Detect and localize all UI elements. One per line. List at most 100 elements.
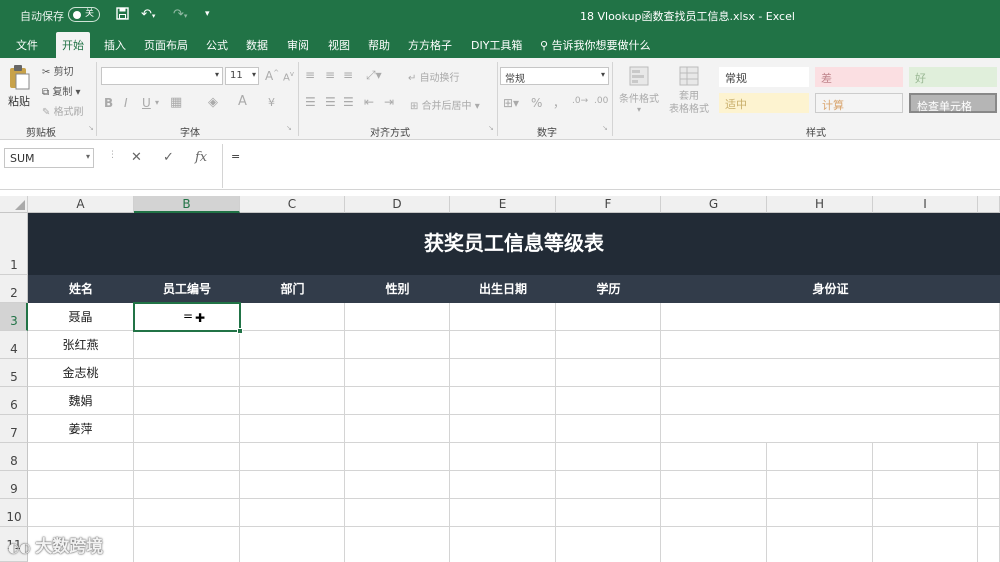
insert-function-icon[interactable]: fx — [195, 150, 207, 165]
font-launcher-icon[interactable]: ↘ — [286, 124, 292, 132]
merge-center-button[interactable]: ⊞ 合并后居中 ▾ — [410, 97, 480, 112]
cell[interactable] — [240, 471, 345, 499]
tab-review[interactable]: 审阅 — [287, 37, 309, 53]
column-header-a[interactable]: A — [28, 196, 134, 213]
column-header-g[interactable]: G — [661, 196, 767, 213]
cell[interactable] — [134, 471, 240, 499]
header-cell-birth-date[interactable]: 出生日期 — [450, 275, 556, 303]
row-header-7[interactable]: 7 — [0, 415, 28, 443]
save-icon[interactable] — [116, 7, 129, 24]
decrease-indent-icon[interactable]: ⇤ — [364, 95, 374, 109]
cell[interactable] — [134, 331, 240, 359]
wrap-text-button[interactable]: ↵ 自动换行 — [408, 69, 460, 84]
decrease-decimal-icon[interactable]: .00 — [594, 96, 608, 106]
clipboard-launcher-icon[interactable]: ↘ — [88, 124, 94, 132]
shrink-font-button[interactable]: Av — [283, 70, 294, 83]
cell[interactable] — [556, 359, 661, 387]
undo-icon[interactable]: ↶▾ — [141, 7, 155, 22]
tab-file[interactable]: 文件 — [16, 37, 38, 53]
cell[interactable] — [556, 387, 661, 415]
row-header-1[interactable]: 1 — [0, 213, 28, 275]
cell[interactable] — [134, 499, 240, 527]
cell[interactable] — [345, 359, 450, 387]
align-middle-icon[interactable]: ≡ — [325, 68, 335, 82]
cell-name[interactable]: 聂晶 — [28, 303, 134, 331]
grow-font-button[interactable]: A^ — [265, 69, 279, 83]
cell[interactable] — [240, 303, 345, 331]
cell[interactable] — [28, 499, 134, 527]
cell[interactable] — [134, 527, 240, 562]
number-launcher-icon[interactable]: ↘ — [602, 124, 608, 132]
row-header-6[interactable]: 6 — [0, 387, 28, 415]
column-header-j[interactable] — [978, 196, 1000, 213]
cell[interactable] — [661, 527, 767, 562]
row-header-8[interactable]: 8 — [0, 443, 28, 471]
cell[interactable] — [240, 499, 345, 527]
customize-qa-icon[interactable]: ▾ — [205, 9, 210, 19]
cell[interactable] — [450, 499, 556, 527]
style-normal[interactable]: 常规 — [719, 67, 809, 87]
cancel-icon[interactable]: ✕ — [131, 150, 142, 165]
select-all-corner[interactable] — [0, 196, 28, 213]
style-bad[interactable]: 差 — [815, 67, 903, 87]
font-size-combo[interactable]: 11 ▾ — [225, 67, 259, 85]
align-left-icon[interactable]: ☰ — [305, 95, 316, 109]
sheet-title-banner[interactable]: 获奖员工信息等级表 — [28, 213, 1000, 275]
row-header-5[interactable]: 5 — [0, 359, 28, 387]
active-cell-b3[interactable]: = ✚ — [133, 302, 243, 334]
cell[interactable] — [240, 387, 345, 415]
style-good[interactable]: 好 — [909, 67, 997, 87]
row-header-9[interactable]: 9 — [0, 471, 28, 499]
cell[interactable] — [978, 471, 1000, 499]
cell[interactable] — [556, 499, 661, 527]
header-cell-id-card[interactable]: 身份证 — [661, 275, 1000, 303]
tab-home[interactable]: 开始 — [56, 32, 90, 58]
cell[interactable] — [450, 443, 556, 471]
header-cell-education[interactable]: 学历 — [556, 275, 661, 303]
cell[interactable] — [134, 359, 240, 387]
cell[interactable] — [873, 499, 978, 527]
style-calculation[interactable]: 计算 — [815, 93, 903, 113]
enter-icon[interactable]: ✓ — [163, 150, 174, 165]
cell[interactable] — [28, 471, 134, 499]
cell[interactable] — [873, 471, 978, 499]
comma-button[interactable]: ， — [553, 94, 565, 111]
cell-name[interactable]: 张红燕 — [28, 331, 134, 359]
format-painter-button[interactable]: ✎ 格式刷 — [42, 103, 84, 118]
cell-id-card[interactable] — [661, 387, 1000, 415]
cell[interactable] — [978, 499, 1000, 527]
tab-formulas[interactable]: 公式 — [206, 37, 228, 53]
cell[interactable] — [767, 443, 873, 471]
cell[interactable] — [978, 443, 1000, 471]
cell[interactable] — [345, 471, 450, 499]
name-box[interactable]: SUM ▾ — [4, 148, 94, 168]
style-check-cell[interactable]: 检查单元格 — [909, 93, 997, 113]
cell[interactable] — [345, 331, 450, 359]
formula-input[interactable]: = — [222, 144, 1000, 188]
cell-id-card[interactable] — [661, 303, 1000, 331]
cell[interactable] — [661, 443, 767, 471]
cut-button[interactable]: ✂ 剪切 — [42, 63, 74, 78]
header-cell-department[interactable]: 部门 — [240, 275, 345, 303]
orientation-icon[interactable]: ⤢▾ — [366, 68, 382, 83]
row-header-10[interactable]: 10 — [0, 499, 28, 527]
cell[interactable] — [450, 415, 556, 443]
cell[interactable] — [661, 499, 767, 527]
cell[interactable] — [240, 359, 345, 387]
column-header-d[interactable]: D — [345, 196, 450, 213]
cell[interactable] — [134, 415, 240, 443]
fill-handle[interactable] — [237, 328, 243, 334]
cell[interactable] — [556, 527, 661, 562]
conditional-formatting-button[interactable]: 条件格式 ▾ — [617, 65, 661, 114]
align-right-icon[interactable]: ☰ — [343, 95, 354, 109]
cell-id-card[interactable] — [661, 415, 1000, 443]
row-header-4[interactable]: 4 — [0, 331, 28, 359]
cell[interactable] — [240, 415, 345, 443]
cell-id-card[interactable] — [661, 331, 1000, 359]
cell[interactable] — [767, 527, 873, 562]
column-header-h[interactable]: H — [767, 196, 873, 213]
border-icon[interactable]: ▦ — [170, 95, 182, 110]
tab-help[interactable]: 帮助 — [368, 37, 390, 53]
fill-color-icon[interactable]: ◈ — [208, 95, 218, 110]
cell[interactable] — [345, 527, 450, 562]
